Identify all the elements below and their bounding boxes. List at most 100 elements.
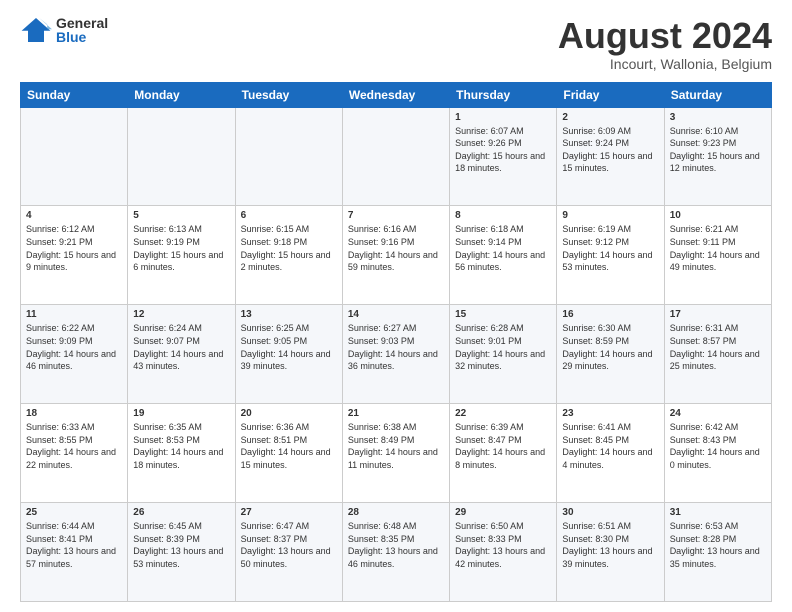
week-row-3: 18Sunrise: 6:33 AM Sunset: 8:55 PM Dayli… — [21, 404, 772, 503]
col-wednesday: Wednesday — [342, 82, 449, 107]
day-cell-4-4: 29 Sunrise: 6:50 AM Sunset: 8:33 PM Dayli… — [450, 503, 557, 602]
day-cell-4-6: 31 Sunrise: 6:53 AM Sunset: 8:28 PM Dayli… — [664, 503, 771, 602]
day-cell-0-0 — [21, 107, 128, 206]
day-info: Sunrise: 6:51 AM Sunset: 8:30 PM Dayligh… — [562, 520, 658, 570]
logo-blue-text: Blue — [56, 30, 108, 44]
day-cell-1-2: 6 Sunrise: 6:15 AM Sunset: 9:18 PM Daylig… — [235, 206, 342, 305]
day-cell-1-3: 7 Sunrise: 6:16 AM Sunset: 9:16 PM Daylig… — [342, 206, 449, 305]
day-number: 24 — [670, 408, 766, 419]
day-cell-3-2: 20 Sunrise: 6:36 AM Sunset: 8:51 PM Dayli… — [235, 404, 342, 503]
day-info: Sunrise: 6:15 AM Sunset: 9:18 PM Dayligh… — [241, 223, 337, 273]
day-number: 16 — [562, 309, 658, 320]
day-info: Sunrise: 6:47 AM Sunset: 8:37 PM Dayligh… — [241, 520, 337, 570]
day-cell-0-4: 1 Sunrise: 6:07 AM Sunset: 9:26 PM Daylig… — [450, 107, 557, 206]
day-number: 8 — [455, 210, 551, 221]
day-cell-0-3 — [342, 107, 449, 206]
col-saturday: Saturday — [664, 82, 771, 107]
logo-icon — [20, 16, 52, 44]
day-cell-3-1: 19 Sunrise: 6:35 AM Sunset: 8:53 PM Dayli… — [128, 404, 235, 503]
day-number: 30 — [562, 507, 658, 518]
day-number: 1 — [455, 112, 551, 123]
day-cell-3-3: 21Sunrise: 6:38 AM Sunset: 8:49 PM Dayli… — [342, 404, 449, 503]
day-cell-1-5: 9 Sunrise: 6:19 AM Sunset: 9:12 PM Daylig… — [557, 206, 664, 305]
col-monday: Monday — [128, 82, 235, 107]
day-number: 3 — [670, 112, 766, 123]
day-info: Sunrise: 6:31 AM Sunset: 8:57 PM Dayligh… — [670, 322, 766, 372]
subtitle: Incourt, Wallonia, Belgium — [558, 56, 772, 72]
title-block: August 2024 Incourt, Wallonia, Belgium — [558, 16, 772, 72]
day-cell-2-1: 12Sunrise: 6:24 AM Sunset: 9:07 PM Dayli… — [128, 305, 235, 404]
day-info: Sunrise: 6:19 AM Sunset: 9:12 PM Dayligh… — [562, 223, 658, 273]
day-info: Sunrise: 6:25 AM Sunset: 9:05 PM Dayligh… — [241, 322, 337, 372]
day-info: Sunrise: 6:45 AM Sunset: 8:39 PM Dayligh… — [133, 520, 229, 570]
day-cell-2-4: 15 Sunrise: 6:28 AM Sunset: 9:01 PM Dayli… — [450, 305, 557, 404]
day-info: Sunrise: 6:13 AM Sunset: 9:19 PM Dayligh… — [133, 223, 229, 273]
day-info: Sunrise: 6:09 AM Sunset: 9:24 PM Dayligh… — [562, 125, 658, 175]
day-number: 4 — [26, 210, 122, 221]
day-number: 21 — [348, 408, 444, 419]
day-info: Sunrise: 6:16 AM Sunset: 9:16 PM Dayligh… — [348, 223, 444, 273]
day-number: 22 — [455, 408, 551, 419]
day-number: 5 — [133, 210, 229, 221]
day-cell-2-5: 16 Sunrise: 6:30 AM Sunset: 8:59 PM Dayli… — [557, 305, 664, 404]
day-number: 27 — [241, 507, 337, 518]
day-number: 6 — [241, 210, 337, 221]
day-info: Sunrise: 6:41 AM Sunset: 8:45 PM Dayligh… — [562, 421, 658, 471]
day-info: Sunrise: 6:27 AM Sunset: 9:03 PM Dayligh… — [348, 322, 444, 372]
day-number: 7 — [348, 210, 444, 221]
day-cell-3-5: 23 Sunrise: 6:41 AM Sunset: 8:45 PM Dayli… — [557, 404, 664, 503]
calendar-header-row: Sunday Monday Tuesday Wednesday Thursday… — [21, 82, 772, 107]
day-number: 25 — [26, 507, 122, 518]
header: General Blue August 2024 Incourt, Wallon… — [20, 16, 772, 72]
logo-text: General Blue — [56, 16, 108, 44]
day-info: Sunrise: 6:36 AM Sunset: 8:51 PM Dayligh… — [241, 421, 337, 471]
day-cell-3-4: 22Sunrise: 6:39 AM Sunset: 8:47 PM Dayli… — [450, 404, 557, 503]
day-info: Sunrise: 6:18 AM Sunset: 9:14 PM Dayligh… — [455, 223, 551, 273]
day-number: 2 — [562, 112, 658, 123]
day-number: 19 — [133, 408, 229, 419]
day-info: Sunrise: 6:30 AM Sunset: 8:59 PM Dayligh… — [562, 322, 658, 372]
day-cell-2-2: 13 Sunrise: 6:25 AM Sunset: 9:05 PM Dayli… — [235, 305, 342, 404]
day-cell-0-6: 3 Sunrise: 6:10 AM Sunset: 9:23 PM Daylig… — [664, 107, 771, 206]
day-info: Sunrise: 6:10 AM Sunset: 9:23 PM Dayligh… — [670, 125, 766, 175]
day-cell-0-2 — [235, 107, 342, 206]
week-row-2: 11Sunrise: 6:22 AM Sunset: 9:09 PM Dayli… — [21, 305, 772, 404]
day-info: Sunrise: 6:35 AM Sunset: 8:53 PM Dayligh… — [133, 421, 229, 471]
week-row-0: 1 Sunrise: 6:07 AM Sunset: 9:26 PM Daylig… — [21, 107, 772, 206]
day-number: 29 — [455, 507, 551, 518]
day-number: 23 — [562, 408, 658, 419]
day-info: Sunrise: 6:28 AM Sunset: 9:01 PM Dayligh… — [455, 322, 551, 372]
day-number: 15 — [455, 309, 551, 320]
col-tuesday: Tuesday — [235, 82, 342, 107]
day-cell-1-4: 8 Sunrise: 6:18 AM Sunset: 9:14 PM Daylig… — [450, 206, 557, 305]
day-info: Sunrise: 6:44 AM Sunset: 8:41 PM Dayligh… — [26, 520, 122, 570]
main-title: August 2024 — [558, 16, 772, 56]
col-friday: Friday — [557, 82, 664, 107]
day-cell-1-0: 4Sunrise: 6:12 AM Sunset: 9:21 PM Daylig… — [21, 206, 128, 305]
day-cell-2-0: 11Sunrise: 6:22 AM Sunset: 9:09 PM Dayli… — [21, 305, 128, 404]
day-number: 13 — [241, 309, 337, 320]
day-cell-0-5: 2 Sunrise: 6:09 AM Sunset: 9:24 PM Daylig… — [557, 107, 664, 206]
day-number: 9 — [562, 210, 658, 221]
week-row-4: 25 Sunrise: 6:44 AM Sunset: 8:41 PM Dayli… — [21, 503, 772, 602]
day-number: 20 — [241, 408, 337, 419]
day-cell-4-5: 30 Sunrise: 6:51 AM Sunset: 8:30 PM Dayli… — [557, 503, 664, 602]
day-number: 11 — [26, 309, 122, 320]
day-cell-4-2: 27 Sunrise: 6:47 AM Sunset: 8:37 PM Dayli… — [235, 503, 342, 602]
day-number: 26 — [133, 507, 229, 518]
day-cell-4-1: 26 Sunrise: 6:45 AM Sunset: 8:39 PM Dayli… — [128, 503, 235, 602]
day-info: Sunrise: 6:50 AM Sunset: 8:33 PM Dayligh… — [455, 520, 551, 570]
page: General Blue August 2024 Incourt, Wallon… — [0, 0, 792, 612]
day-number: 31 — [670, 507, 766, 518]
day-cell-1-1: 5 Sunrise: 6:13 AM Sunset: 9:19 PM Daylig… — [128, 206, 235, 305]
day-cell-0-1 — [128, 107, 235, 206]
day-number: 10 — [670, 210, 766, 221]
day-info: Sunrise: 6:53 AM Sunset: 8:28 PM Dayligh… — [670, 520, 766, 570]
week-row-1: 4Sunrise: 6:12 AM Sunset: 9:21 PM Daylig… — [21, 206, 772, 305]
day-number: 12 — [133, 309, 229, 320]
logo: General Blue — [20, 16, 108, 44]
day-info: Sunrise: 6:07 AM Sunset: 9:26 PM Dayligh… — [455, 125, 551, 175]
day-number: 14 — [348, 309, 444, 320]
day-number: 28 — [348, 507, 444, 518]
day-info: Sunrise: 6:42 AM Sunset: 8:43 PM Dayligh… — [670, 421, 766, 471]
